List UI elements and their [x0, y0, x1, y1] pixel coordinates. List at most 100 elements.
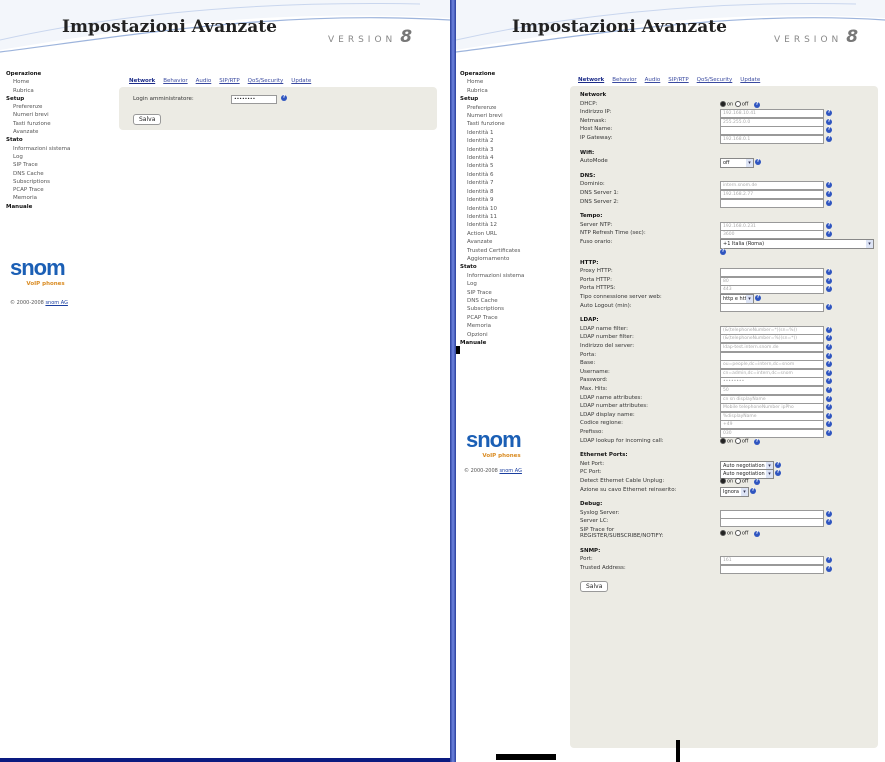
save-button[interactable]: Salva [133, 114, 162, 125]
tab-audio[interactable]: Audio [645, 77, 661, 83]
radio-off[interactable] [734, 437, 741, 444]
help-icon[interactable]: ? [826, 136, 832, 142]
sidebar-item[interactable]: Identità 12 [460, 221, 524, 229]
help-icon[interactable]: ? [826, 199, 832, 206]
text-input[interactable]: 192.168.0.1 [720, 135, 824, 144]
select-dropdown[interactable]: Ignora ▾ [720, 486, 749, 497]
radio-on[interactable] [720, 478, 726, 484]
sidebar-item[interactable]: Opzioni [460, 331, 524, 339]
help-icon[interactable]: ? [754, 438, 760, 445]
help-icon[interactable]: ? [826, 430, 832, 436]
text-input[interactable] [720, 198, 824, 208]
help-icon[interactable]: ? [826, 387, 832, 393]
help-icon[interactable]: ? [826, 269, 832, 276]
sidebar-item[interactable]: Aggiornamento [460, 255, 524, 263]
snom-link[interactable]: snom AG [499, 468, 522, 474]
help-icon[interactable]: ? [826, 127, 832, 134]
sidebar-item[interactable]: Identità 3 [460, 146, 524, 154]
sidebar-item[interactable]: Tasti funzione [460, 120, 524, 128]
sidebar-item[interactable]: PCAP Trace [460, 314, 524, 322]
save-button[interactable]: Salva [580, 581, 609, 593]
timezone-select[interactable]: +1 Italia (Roma) ▾ [720, 239, 874, 249]
sidebar-item[interactable]: DNS Cache [6, 170, 70, 178]
snom-link[interactable]: snom AG [45, 300, 68, 306]
sidebar-item[interactable]: SIP Trace [460, 289, 524, 297]
sidebar-item[interactable]: Identità 2 [460, 137, 524, 145]
sidebar-item[interactable]: PCAP Trace [6, 186, 70, 194]
help-icon[interactable]: ? [826, 510, 832, 517]
sidebar-item[interactable]: Avanzate [460, 238, 524, 246]
help-icon[interactable]: ? [826, 182, 832, 189]
radio-on[interactable] [720, 100, 726, 107]
sidebar-item[interactable]: Informazioni sistema [460, 272, 524, 280]
text-input[interactable] [720, 518, 824, 528]
help-icon[interactable]: ? [754, 479, 760, 485]
help-icon[interactable]: ? [826, 404, 832, 411]
sidebar-item[interactable]: Memoria [460, 322, 524, 330]
sidebar-item[interactable]: Identità 4 [460, 154, 524, 162]
help-icon[interactable]: ? [826, 344, 832, 350]
sidebar-item[interactable]: Numeri brevi [6, 111, 70, 119]
sidebar-item[interactable]: Log [460, 280, 524, 288]
radio-on[interactable] [720, 437, 726, 444]
sidebar-item[interactable]: Memoria [6, 194, 70, 202]
help-icon[interactable]: ? [755, 159, 761, 166]
help-icon[interactable]: ? [826, 222, 832, 229]
sidebar-item[interactable]: Home [460, 78, 524, 86]
text-input[interactable] [720, 564, 824, 574]
sidebar-item[interactable]: Identità 8 [460, 188, 524, 196]
help-icon[interactable]: ? [826, 286, 832, 293]
sidebar-item[interactable]: Home [6, 78, 70, 86]
radio-off[interactable] [734, 478, 741, 484]
sidebar-item[interactable]: Action URL [460, 230, 524, 238]
sidebar-item[interactable]: Trusted Certificates [460, 247, 524, 255]
help-icon[interactable]: ? [826, 519, 832, 526]
sidebar-item[interactable]: DNS Cache [460, 297, 524, 305]
sidebar-item[interactable]: Identità 9 [460, 196, 524, 204]
help-icon[interactable]: ? [826, 277, 832, 284]
sidebar-item[interactable]: Log [6, 153, 70, 161]
sidebar-item[interactable]: Informazioni sistema [6, 145, 70, 153]
help-icon[interactable]: ? [826, 335, 832, 342]
sidebar-item[interactable]: Preferenze [460, 104, 524, 112]
help-icon[interactable]: ? [826, 412, 832, 419]
sidebar-item[interactable]: Avanzate [6, 128, 70, 136]
sidebar-item[interactable]: Identità 5 [460, 162, 524, 170]
tab-behavior[interactable]: Behavior [612, 77, 636, 83]
help-icon[interactable]: ? [826, 118, 832, 125]
tab-network[interactable]: Network [129, 78, 155, 84]
help-icon[interactable]: ? [826, 231, 832, 238]
sidebar-item[interactable]: Identità 1 [460, 129, 524, 137]
tab-siprtp[interactable]: SIP/RTP [219, 78, 239, 84]
help-icon[interactable]: ? [826, 361, 832, 368]
sidebar-item[interactable]: Rubrica [6, 87, 70, 95]
help-icon[interactable]: ? [826, 303, 832, 310]
tab-network[interactable]: Network [578, 77, 604, 83]
sidebar-item[interactable]: Preferenze [6, 103, 70, 111]
help-icon[interactable]: ? [826, 565, 832, 572]
tab-siprtp[interactable]: SIP/RTP [668, 77, 688, 83]
sidebar-item[interactable]: Subscriptions [460, 305, 524, 313]
help-icon[interactable]: ? [826, 395, 832, 402]
help-icon[interactable]: ? [826, 421, 832, 428]
sidebar-item[interactable]: Rubrica [460, 87, 524, 95]
sidebar-item[interactable]: Identità 10 [460, 205, 524, 213]
tab-audio[interactable]: Audio [196, 78, 212, 84]
radio-off[interactable] [734, 530, 741, 536]
sidebar-item[interactable]: Identità 7 [460, 179, 524, 187]
help-icon[interactable]: ? [754, 531, 760, 537]
help-icon[interactable]: ? [826, 191, 832, 197]
tab-update[interactable]: Update [291, 78, 311, 84]
sidebar-item[interactable]: Subscriptions [6, 178, 70, 186]
sidebar-item[interactable]: SIP Trace [6, 161, 70, 169]
help-icon[interactable]: ? [826, 110, 832, 117]
help-icon[interactable]: ? [720, 249, 726, 255]
sidebar-item[interactable]: Identità 11 [460, 213, 524, 221]
tab-qossecurity[interactable]: QoS/Security [697, 77, 733, 83]
radio-off[interactable] [734, 100, 741, 107]
help-icon[interactable]: ? [754, 101, 760, 108]
radio-on[interactable] [720, 530, 726, 536]
help-icon[interactable]: ? [826, 557, 832, 564]
text-input[interactable] [720, 302, 824, 312]
tab-behavior[interactable]: Behavior [163, 78, 187, 84]
